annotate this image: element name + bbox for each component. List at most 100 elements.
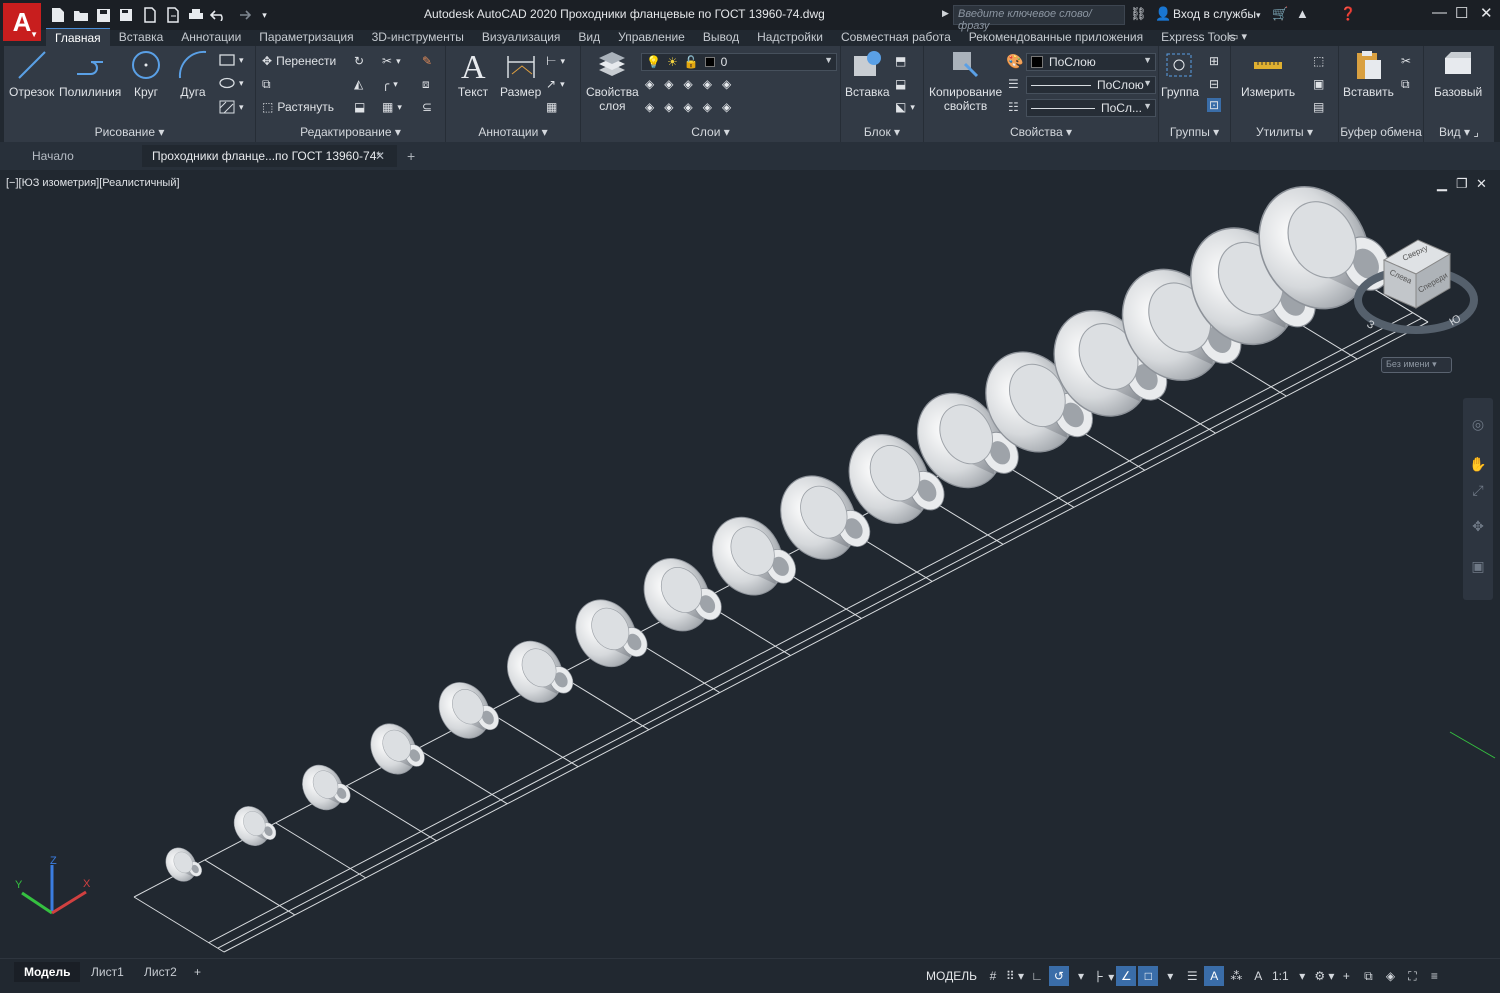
object-snap-icon[interactable]: □	[1138, 966, 1159, 986]
table-icon[interactable]: ▦	[546, 100, 557, 114]
layers-panel-title[interactable]: Слои ▾	[581, 125, 840, 139]
publish-icon[interactable]	[163, 6, 182, 24]
tab-insert[interactable]: Вставка	[110, 28, 173, 46]
application-menu-button[interactable]: A ▼	[3, 3, 41, 41]
fillet-icon[interactable]: ╭ ▾	[382, 77, 398, 91]
viewport-minimize-icon[interactable]: ▁	[1437, 176, 1447, 192]
model-tab[interactable]: Модель	[14, 962, 81, 982]
linetype-dropdown[interactable]: ПоСлою ▼	[1026, 76, 1156, 94]
open-folder-icon[interactable]	[71, 6, 90, 24]
layer-previous-icon[interactable]: ◈	[664, 100, 673, 114]
layer-off-icon[interactable]: ◈	[645, 77, 654, 91]
copy-button[interactable]: ⧉	[262, 77, 271, 92]
tab-output[interactable]: Вывод	[694, 28, 748, 46]
scale-icon[interactable]: ⬓	[354, 100, 365, 114]
calculator-icon[interactable]: ▤	[1313, 100, 1324, 114]
edit-attributes-icon[interactable]: ⬕ ▾	[895, 100, 915, 114]
group-edit-icon[interactable]: ⊟	[1209, 77, 1219, 91]
clean-screen-icon[interactable]: ⛶	[1402, 966, 1422, 986]
binoculars-icon[interactable]: ⛓	[1130, 6, 1147, 22]
export-icon[interactable]	[140, 6, 159, 24]
circle-button[interactable]: Круг	[129, 48, 163, 99]
steering-wheel-icon[interactable]: ◎	[1468, 416, 1488, 436]
layer-lock-icon[interactable]: ◈	[703, 77, 712, 91]
leader-icon[interactable]: ↗ ▾	[546, 77, 565, 91]
color-dropdown[interactable]: ПоСлою ▼	[1026, 53, 1156, 71]
chevron-down-icon[interactable]: ▾	[1292, 966, 1312, 986]
tab-3d-tools[interactable]: 3D-инструменты	[363, 28, 473, 46]
tab-addins[interactable]: Надстройки	[748, 28, 832, 46]
grid-icon[interactable]: #	[983, 966, 1003, 986]
minimize-icon[interactable]: —	[1432, 4, 1447, 21]
flange-part[interactable]	[497, 631, 578, 712]
layer-unisolate-icon[interactable]: ◈	[683, 100, 692, 114]
base-view-button[interactable]: Базовый	[1434, 48, 1482, 99]
annotation-panel-title[interactable]: Аннотации ▾	[446, 125, 580, 139]
customize-menu-icon[interactable]: ≡	[1424, 966, 1444, 986]
draw-panel-title[interactable]: Рисование ▾	[4, 125, 255, 139]
lineweight-toggle-icon[interactable]: ☰	[1182, 966, 1202, 986]
start-tab[interactable]: Начало	[22, 145, 140, 167]
layer-make-current-icon[interactable]: ◈	[722, 77, 731, 91]
auto-scale-icon[interactable]: ⁂	[1226, 966, 1246, 986]
chevron-down-icon[interactable]: ▾	[1256, 10, 1261, 21]
line-button[interactable]: Отрезок	[9, 48, 54, 99]
paste-button[interactable]: Вставить	[1343, 48, 1394, 99]
modify-panel-title[interactable]: Редактирование ▾	[256, 125, 445, 139]
erase-icon[interactable]: ✎	[422, 54, 432, 68]
polar-tracking-icon[interactable]: ↺	[1048, 966, 1069, 986]
scale-value[interactable]: 1:1	[1270, 966, 1290, 986]
edit-block-icon[interactable]: ⬓	[895, 77, 906, 91]
search-input[interactable]: Введите ключевое слово/фразу	[953, 5, 1125, 32]
polyline-button[interactable]: Полилиния	[59, 48, 121, 99]
arc-button[interactable]: Дуга	[176, 48, 210, 99]
explode-icon[interactable]: ⧈	[422, 77, 430, 92]
annotation-visibility-icon[interactable]: A	[1204, 966, 1225, 986]
viewport-restore-icon[interactable]: ❐	[1456, 176, 1468, 192]
drawing-tab[interactable]: Проходники фланце...по ГОСТ 13960-74* ✕	[142, 145, 397, 167]
layer-properties-button[interactable]: Свойства слоя	[586, 48, 639, 113]
copy-clip-icon[interactable]: ⧉	[1401, 77, 1410, 92]
layout2-tab[interactable]: Лист2	[134, 962, 187, 982]
autodesk-a360-icon[interactable]: ▲	[1296, 6, 1309, 21]
tab-parametric[interactable]: Параметризация	[250, 28, 362, 46]
pan-icon[interactable]: ✋	[1468, 456, 1488, 476]
group-selection-icon[interactable]: ⊡	[1207, 98, 1222, 112]
tab-collaborate[interactable]: Совместная работа	[832, 28, 960, 46]
view-panel-title[interactable]: Вид ▾ ⌟	[1424, 125, 1494, 139]
array-icon[interactable]: ▦ ▾	[382, 100, 402, 114]
maximize-icon[interactable]: ☐	[1455, 4, 1468, 22]
print-icon[interactable]	[186, 6, 205, 24]
isometric-icon[interactable]: ⺊ ▾	[1093, 966, 1114, 986]
snap-icon[interactable]: ⠿ ▾	[1005, 966, 1025, 986]
layer-unlock-icon[interactable]: ◈	[722, 100, 731, 114]
add-icon[interactable]: +	[1336, 966, 1356, 986]
offset-icon[interactable]: ⊆	[422, 100, 432, 114]
lineweight-dropdown[interactable]: ПоСл... ▼	[1026, 99, 1156, 117]
customize-qat-icon[interactable]: ▾	[255, 6, 274, 24]
match-properties-button[interactable]: Копирование свойств	[929, 48, 1002, 113]
measure-button[interactable]: Измерить	[1241, 48, 1295, 99]
zoom-icon[interactable]: ⤢	[1468, 482, 1488, 502]
hatch-icon[interactable]: ▾	[219, 100, 244, 114]
layer-dropdown[interactable]: 💡 ☀ 🔓 0 ▼	[641, 53, 837, 71]
new-file-icon[interactable]	[48, 6, 67, 24]
ungroup-icon[interactable]: ⊞	[1209, 54, 1219, 68]
chevron-down-icon[interactable]: ▾	[1071, 966, 1091, 986]
ellipse-icon[interactable]: ▾	[219, 77, 244, 89]
create-block-icon[interactable]: ⬒	[895, 54, 906, 68]
groups-panel-title[interactable]: Группы ▾	[1159, 125, 1230, 139]
group-button[interactable]: Группа	[1161, 48, 1199, 99]
tab-home[interactable]: Главная	[46, 28, 110, 46]
search-expand-icon[interactable]: ▶	[942, 8, 949, 19]
save-as-icon[interactable]	[117, 6, 136, 24]
workspace-gear-icon[interactable]: ⚙ ▾	[1314, 966, 1334, 986]
undo-icon[interactable]	[209, 6, 228, 24]
cart-icon[interactable]: 🛒	[1272, 6, 1288, 22]
layer-match-icon[interactable]: ◈	[645, 100, 654, 114]
model-space-button[interactable]: МОДЕЛЬ	[922, 969, 981, 983]
drawing-viewport[interactable]: Z Y X Сверху Спереди Слева З Ю [−][ЮЗ из…	[0, 170, 1500, 958]
sign-in-button[interactable]: Вход в службы	[1173, 7, 1256, 21]
ortho-icon[interactable]: ∟	[1027, 966, 1047, 986]
close-tab-icon[interactable]: ✕	[375, 149, 385, 163]
